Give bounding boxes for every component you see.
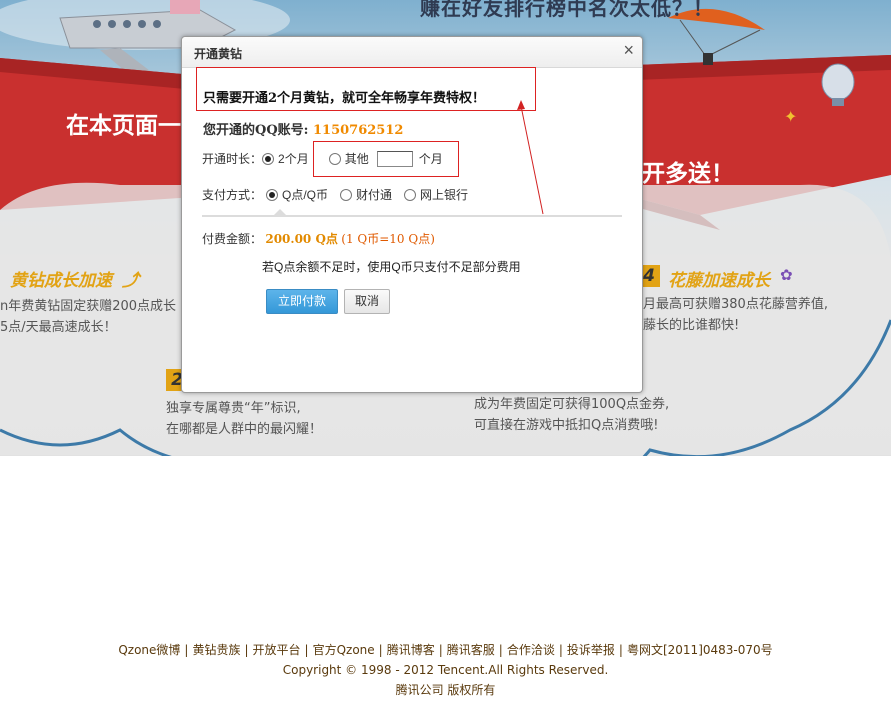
footer-link-weibo[interactable]: Qzone微博 (118, 640, 180, 660)
annotation-arrow (517, 100, 544, 215)
footer-link-vip[interactable]: 黄钻贵族 (192, 640, 240, 660)
footer-link-cooperation[interactable]: 合作洽谈 (507, 640, 555, 660)
footer-copyright: Copyright © 1998 - 2012 Tencent.All Righ… (282, 663, 609, 677)
footer-company: 腾讯公司 版权所有 (395, 683, 496, 697)
footer-link-license[interactable]: 粤网文[2011]0483-070号 (627, 640, 773, 660)
footer-links: Qzone微博 | 黄钻贵族 | 开放平台 | 官方Qzone | 腾讯博客 | 腾讯客服… (0, 640, 891, 660)
footer-link-blog[interactable]: 腾讯博客 (387, 640, 435, 660)
footer-link-open-platform[interactable]: 开放平台 (253, 640, 301, 660)
footer-link-official-qzone[interactable]: 官方Qzone (313, 640, 375, 660)
footer-link-service[interactable]: 腾讯客服 (447, 640, 495, 660)
footer-link-report[interactable]: 投诉举报 (567, 640, 615, 660)
footer: Qzone微博 | 黄钻贵族 | 开放平台 | 官方Qzone | 腾讯博客 | 腾讯客服… (0, 640, 891, 700)
